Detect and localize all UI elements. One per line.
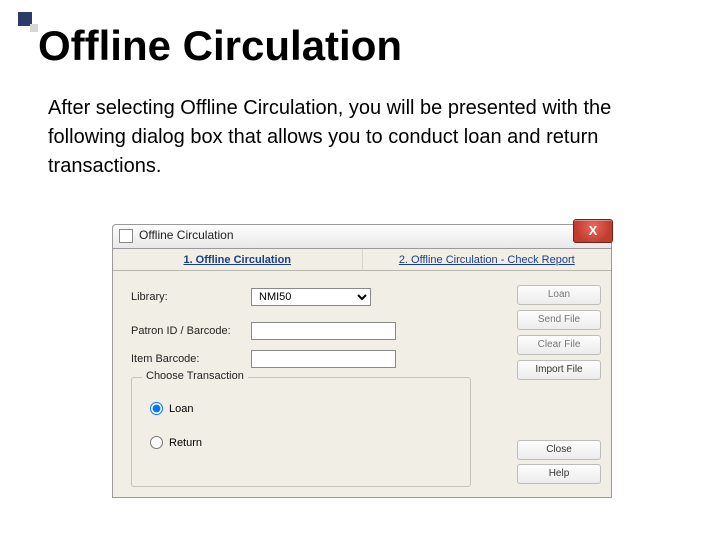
form-area: Library: NMI50 Patron ID / Barcode: Item… bbox=[131, 287, 491, 377]
radio-return[interactable]: Return bbox=[150, 436, 202, 449]
tab-offline-circulation[interactable]: 1. Offline Circulation bbox=[113, 249, 363, 270]
dialog-titlebar: Offline Circulation X bbox=[112, 224, 612, 248]
radio-return-input[interactable] bbox=[150, 436, 163, 449]
app-icon bbox=[119, 229, 133, 243]
fieldset-legend: Choose Transaction bbox=[142, 370, 248, 382]
radio-loan-label: Loan bbox=[169, 403, 193, 415]
radio-return-label: Return bbox=[169, 437, 202, 449]
radio-loan-input[interactable] bbox=[150, 402, 163, 415]
tab-check-report[interactable]: 2. Offline Circulation - Check Report bbox=[363, 249, 612, 270]
help-button[interactable]: Help bbox=[517, 464, 601, 484]
item-barcode-input[interactable] bbox=[251, 350, 396, 368]
dialog-tabs: 1. Offline Circulation 2. Offline Circul… bbox=[113, 249, 611, 271]
item-barcode-label: Item Barcode: bbox=[131, 353, 251, 365]
choose-transaction-fieldset: Choose Transaction Loan Return bbox=[131, 377, 471, 487]
patron-label: Patron ID / Barcode: bbox=[131, 325, 251, 337]
loan-button[interactable]: Loan bbox=[517, 285, 601, 305]
close-button[interactable]: Close bbox=[517, 440, 601, 460]
offline-circulation-dialog: Offline Circulation X 1. Offline Circula… bbox=[112, 224, 612, 498]
library-select[interactable]: NMI50 bbox=[251, 288, 371, 306]
send-file-button[interactable]: Send File bbox=[517, 310, 601, 330]
dialog-title: Offline Circulation bbox=[139, 228, 234, 242]
button-column: Loan Send File Clear File Import File bbox=[517, 285, 601, 385]
clear-file-button[interactable]: Clear File bbox=[517, 335, 601, 355]
slide-bullet-icon bbox=[18, 12, 40, 34]
patron-id-input[interactable] bbox=[251, 322, 396, 340]
window-close-button[interactable]: X bbox=[573, 219, 613, 243]
dialog-body: 1. Offline Circulation 2. Offline Circul… bbox=[112, 248, 612, 498]
radio-loan[interactable]: Loan bbox=[150, 402, 193, 415]
slide-title: Offline Circulation bbox=[38, 22, 402, 70]
library-label: Library: bbox=[131, 291, 251, 303]
import-file-button[interactable]: Import File bbox=[517, 360, 601, 380]
slide-body-text: After selecting Offline Circulation, you… bbox=[48, 94, 668, 181]
